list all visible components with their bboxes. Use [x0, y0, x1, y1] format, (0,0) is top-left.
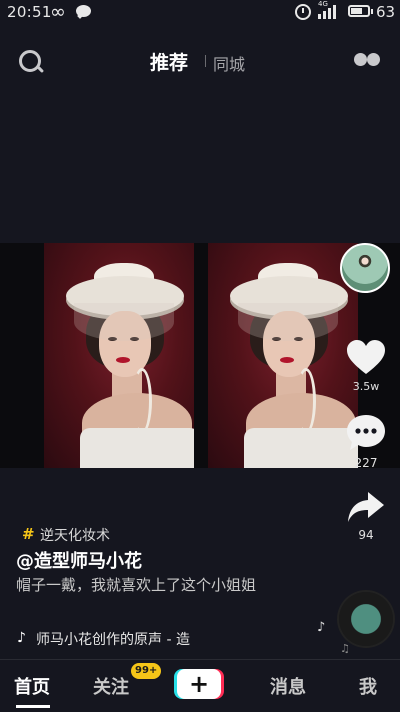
battery-icon [348, 5, 373, 17]
tab-me[interactable]: 我 [359, 673, 377, 699]
share-count: 94 [358, 528, 374, 542]
music-disc-icon[interactable] [339, 592, 393, 646]
share-icon[interactable] [346, 490, 386, 526]
hashtag-icon: # [22, 525, 35, 543]
author-avatar[interactable] [340, 243, 390, 293]
music-title[interactable]: 师马小花创作的原声 - 造 [36, 629, 226, 649]
video-player[interactable] [0, 243, 400, 468]
status-time: 20:51 [7, 3, 52, 21]
tab-messages[interactable]: 消息 [270, 673, 306, 699]
heart-icon[interactable] [346, 340, 386, 376]
status-bar: 20:51 ∞ 4G 63 [0, 0, 400, 26]
create-button[interactable]: + [177, 669, 221, 699]
comment-count: 227 [354, 456, 378, 470]
video-frame-right [208, 243, 358, 468]
battery-level: 63 [376, 3, 396, 21]
video-description: 帽子一戴，我就喜欢上了这个小姐姐 [16, 576, 257, 594]
comment-icon[interactable] [346, 414, 386, 452]
author-name[interactable]: @造型师马小花 [16, 547, 142, 573]
music-note-icon: ♪ [317, 620, 326, 635]
signal-icon [318, 4, 340, 19]
infinity-icon: ∞ [50, 1, 66, 23]
search-icon[interactable] [19, 50, 41, 72]
more-icon[interactable] [354, 53, 381, 67]
follow-badge: 99+ [131, 663, 162, 679]
alarm-icon [295, 4, 311, 20]
video-frame-left [44, 243, 194, 468]
tab-recommend[interactable]: 推荐 [150, 48, 188, 75]
tab-local[interactable]: 同城 [213, 51, 245, 75]
music-note-icon: ♫ [340, 642, 350, 655]
active-tab-indicator [16, 705, 50, 708]
hashtag-label[interactable]: 逆天化妆术 [40, 525, 110, 545]
like-count: 3.5w [352, 380, 380, 393]
tab-follow[interactable]: 关注 [93, 673, 129, 699]
music-note-icon: ♪ [17, 630, 26, 646]
wechat-icon [76, 5, 91, 17]
tab-divider [205, 55, 206, 67]
bottom-tab-bar: 首页 关注 99+ + 消息 我 [0, 659, 400, 712]
tab-home[interactable]: 首页 [14, 673, 50, 699]
